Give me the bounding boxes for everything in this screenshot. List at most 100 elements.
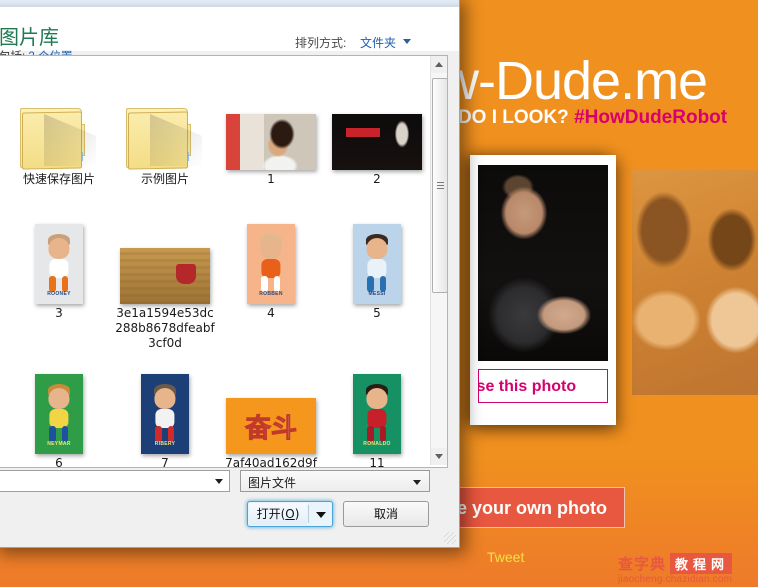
avatar-head bbox=[48, 388, 70, 410]
file-item[interactable]: 快速保存图片 bbox=[5, 58, 113, 187]
library-title: 图片库 bbox=[0, 25, 59, 49]
upload-own-photo-button[interactable]: e your own photo bbox=[440, 487, 625, 528]
file-item-thumbnail: RONALDO bbox=[323, 342, 431, 454]
photo-thumbnail: 奋斗 bbox=[226, 398, 316, 454]
avatar-head bbox=[366, 388, 388, 410]
cancel-button[interactable]: 取消 bbox=[343, 501, 429, 527]
chevron-down-icon bbox=[413, 480, 421, 485]
photo-thumbnail bbox=[120, 248, 210, 304]
file-open-dialog: 图片库 包括: 2 个位置 排列方式: 文件夹 快速保存图片 示例图片 1 2 ROON… bbox=[0, 0, 460, 548]
file-item[interactable]: RONALDO 11 bbox=[323, 342, 431, 468]
photo-chinese-glyph: 奋斗 bbox=[244, 412, 297, 443]
file-item-label: 11 bbox=[369, 456, 385, 468]
file-item-thumbnail bbox=[217, 58, 325, 170]
file-item[interactable]: MESSI 5 bbox=[323, 192, 431, 321]
site-hashtag: #HowDudeRobot bbox=[574, 107, 728, 128]
use-this-photo-button[interactable]: Use this photo bbox=[478, 369, 608, 403]
scrollbar-thumb[interactable] bbox=[432, 78, 447, 293]
file-item[interactable]: RIBERY 7 bbox=[111, 342, 219, 468]
file-item-label: 示例图片 bbox=[140, 172, 189, 186]
scroll-down-button[interactable] bbox=[431, 448, 447, 465]
file-item-thumbnail bbox=[5, 58, 113, 170]
file-item-thumbnail bbox=[323, 58, 431, 170]
file-item[interactable]: 奋斗 7af40ad162d9f bbox=[217, 342, 325, 468]
caret-down-icon[interactable] bbox=[316, 512, 326, 518]
file-item[interactable]: 1 bbox=[217, 58, 325, 187]
scrollbar-grip-icon bbox=[437, 181, 444, 190]
watermark: 查字典 教程网 jiaocheng.chazidian.com bbox=[618, 552, 752, 585]
filetype-value: 图片文件 bbox=[248, 476, 297, 490]
result-photo-image bbox=[478, 165, 608, 361]
avatar-leg bbox=[273, 276, 281, 292]
avatar-player-name: ROONEY bbox=[47, 290, 71, 297]
file-item-label: 快速保存图片 bbox=[22, 172, 95, 186]
avatar-head bbox=[260, 238, 282, 260]
site-title: w-Dude.me bbox=[440, 51, 708, 111]
avatar-thumbnail: MESSI bbox=[353, 224, 401, 304]
avatar-thumbnail: ROONEY bbox=[35, 224, 83, 304]
avatar-head bbox=[154, 388, 176, 410]
file-item-thumbnail bbox=[111, 58, 219, 170]
avatar-player-name: NEYMAR bbox=[47, 440, 71, 447]
folder-icon bbox=[20, 104, 98, 170]
sort-by-value[interactable]: 文件夹 bbox=[360, 34, 396, 51]
file-item[interactable]: NEYMAR 6 bbox=[5, 342, 113, 468]
photo-result-card: Use this photo bbox=[470, 155, 616, 425]
avatar-player-name: MESSI bbox=[368, 290, 386, 297]
avatar-head bbox=[48, 238, 70, 260]
file-item[interactable]: 2 bbox=[323, 58, 431, 187]
tweet-link[interactable]: Tweet bbox=[487, 549, 524, 565]
file-item-thumbnail: MESSI bbox=[323, 192, 431, 304]
site-secondary-photo bbox=[632, 170, 758, 395]
file-item-thumbnail bbox=[111, 192, 219, 304]
file-item-label: 7 bbox=[161, 456, 169, 468]
file-item[interactable]: ROONEY 3 bbox=[5, 192, 113, 321]
watermark-url: jiaocheng.chazidian.com bbox=[618, 574, 733, 585]
dialog-header: 图片库 包括: 2 个位置 排列方式: 文件夹 bbox=[0, 7, 459, 63]
coffee-cup-icon bbox=[176, 264, 196, 284]
avatar-leg bbox=[155, 426, 162, 442]
open-button[interactable]: 打开(O) bbox=[249, 503, 307, 525]
vertical-scrollbar[interactable] bbox=[430, 56, 447, 465]
file-item-thumbnail: ROBBEN bbox=[217, 192, 325, 304]
avatar-leg bbox=[49, 276, 56, 292]
site-subtitle-text: E DO I LOOK? bbox=[440, 107, 575, 128]
file-item-label: 2 bbox=[373, 172, 381, 186]
photo-title-block bbox=[346, 128, 380, 137]
scroll-up-button[interactable] bbox=[431, 56, 447, 73]
avatar-leg bbox=[379, 426, 387, 442]
photo-thumbnail bbox=[226, 114, 316, 170]
file-item-label: 7af40ad162d9f bbox=[225, 456, 317, 468]
avatar-leg bbox=[367, 426, 374, 442]
watermark-brand-right: 教程网 bbox=[670, 552, 733, 574]
avatar-leg bbox=[167, 426, 175, 442]
file-item-label: 5 bbox=[373, 306, 381, 320]
file-item[interactable]: 3e1a1594e53dc288b8678dfeabf3cf0d bbox=[111, 192, 219, 351]
chevron-down-icon[interactable] bbox=[215, 479, 223, 484]
file-item[interactable]: 示例图片 bbox=[111, 58, 219, 187]
avatar-player-name: RONALDO bbox=[363, 440, 391, 447]
file-item-thumbnail: NEYMAR bbox=[5, 342, 113, 454]
avatar-thumbnail: ROBBEN bbox=[247, 224, 295, 304]
file-item-thumbnail: ROONEY bbox=[5, 192, 113, 304]
filename-input[interactable] bbox=[0, 470, 230, 492]
file-item[interactable]: ROBBEN 4 bbox=[217, 192, 325, 321]
avatar-head bbox=[366, 238, 388, 260]
file-item-label: 1 bbox=[267, 172, 275, 186]
file-item-label: 6 bbox=[55, 456, 63, 468]
resize-grip-icon[interactable] bbox=[444, 532, 456, 544]
file-list-area[interactable]: 快速保存图片 示例图片 1 2 ROONEY 3 3e1a1594e53dc288b8678… bbox=[0, 55, 448, 468]
photo-orange-overlay bbox=[632, 170, 758, 395]
avatar-leg bbox=[379, 276, 387, 292]
watermark-brand-row: 查字典 教程网 bbox=[618, 552, 752, 574]
open-split-button[interactable]: 打开(O) bbox=[247, 501, 333, 527]
folder-icon bbox=[126, 104, 204, 170]
filetype-dropdown[interactable]: 图片文件 bbox=[240, 470, 430, 492]
avatar-thumbnail: RONALDO bbox=[353, 374, 401, 454]
avatar-leg bbox=[367, 276, 374, 292]
avatar-player-name: RIBERY bbox=[154, 440, 176, 447]
split-divider bbox=[308, 505, 309, 523]
file-grid: 快速保存图片 示例图片 1 2 ROONEY 3 3e1a1594e53dc288b8678… bbox=[0, 56, 431, 467]
chevron-down-icon[interactable] bbox=[403, 39, 411, 44]
avatar-leg bbox=[61, 276, 69, 292]
